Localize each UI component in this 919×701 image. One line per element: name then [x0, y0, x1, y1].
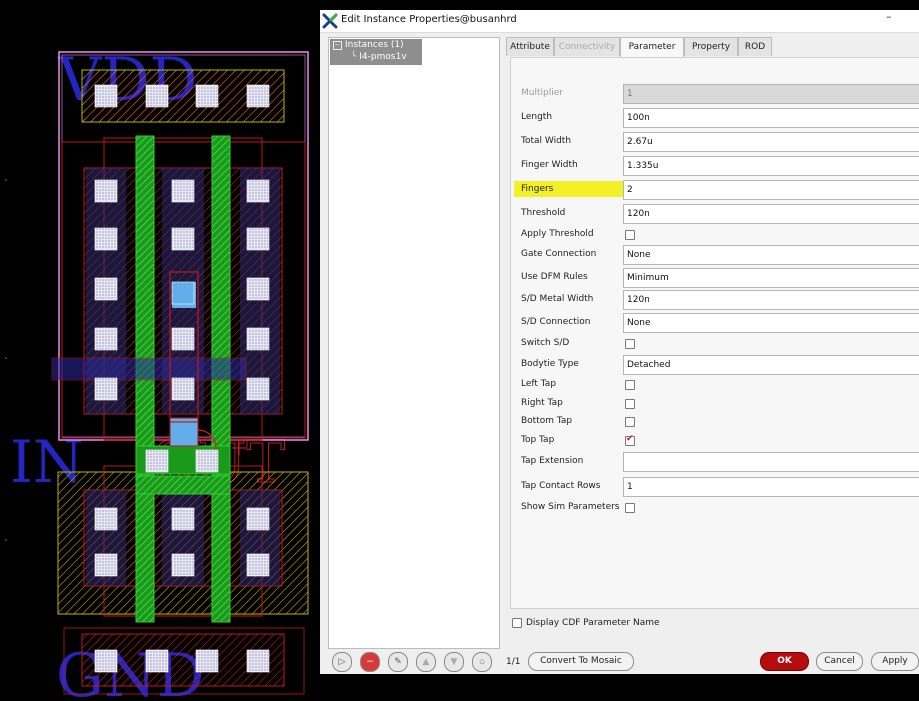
convert-to-mosaic-button[interactable]: Convert To Mosaic — [528, 652, 634, 671]
top-tap-checkbox[interactable] — [625, 434, 635, 446]
apply-button[interactable]: Apply — [871, 652, 919, 671]
switch-s-d-label: Switch S/D — [521, 338, 570, 348]
app-x-icon — [322, 13, 338, 29]
display-cdf-checkbox[interactable] — [512, 618, 522, 628]
tab-property[interactable]: Property — [684, 37, 738, 56]
home-icon[interactable]: ⌂ — [472, 652, 492, 672]
switch-s-d-checkbox[interactable] — [625, 339, 635, 349]
play-icon[interactable]: ▷ — [332, 652, 352, 672]
display-cdf-row[interactable]: Display CDF Parameter Name — [512, 618, 660, 629]
tree-collapse-icon[interactable]: − — [333, 41, 342, 50]
parameter-panel: Multiplier 1 Length 100n Total Width 2.67u Fin… — [510, 57, 919, 609]
down-arrow-icon[interactable]: ▼ — [444, 652, 464, 672]
use-dfm-rules-select[interactable]: Minimum — [623, 268, 919, 288]
bodytie-type-label: Bodytie Type — [521, 359, 579, 369]
use-dfm-rules-label: Use DFM Rules — [521, 272, 588, 282]
input-metal — [51, 357, 247, 381]
tap-extension-label: Tap Extension — [521, 456, 584, 466]
threshold-field[interactable]: 120n — [623, 204, 919, 224]
tab-attribute[interactable]: Attribute — [506, 37, 554, 56]
tab-parameter[interactable]: Parameter — [620, 37, 684, 57]
gate-connection-label: Gate Connection — [521, 249, 597, 259]
left-tap-label: Left Tap — [521, 379, 557, 389]
tree-root-item[interactable]: Instances (1) — [345, 40, 404, 50]
dialog-bottom-bar: ▷ − ✎ ▲ ▼ ⌂ 1/1 Convert To Mosaic OK Can… — [320, 648, 919, 674]
fingers-field[interactable]: 2 — [623, 180, 919, 200]
cancel-button[interactable]: Cancel — [816, 652, 863, 671]
bottom-tap-label: Bottom Tap — [521, 416, 573, 426]
instance-tree[interactable]: − Instances (1) └ I4-pmos1v — [328, 37, 500, 649]
show-sim-parameters-label: Show Sim Parameters — [521, 502, 620, 512]
length-label: Length — [521, 112, 553, 122]
finger-width-label: Finger Width — [521, 160, 578, 170]
display-cdf-label: Display CDF Parameter Name — [526, 618, 660, 628]
threshold-label: Threshold — [521, 208, 566, 218]
total-width-label: Total Width — [521, 136, 572, 146]
show-sim-parameters-checkbox[interactable] — [625, 503, 635, 513]
tap-contact-rows-field[interactable]: 1 — [623, 477, 919, 497]
dialog-title: Edit Instance Properties@busanhrd — [341, 14, 517, 25]
multiplier-field[interactable]: 1 — [623, 84, 919, 104]
s-d-metal-width-field[interactable]: 120n — [623, 290, 919, 310]
apply-threshold-checkbox[interactable] — [625, 230, 635, 240]
ok-button[interactable]: OK — [760, 652, 809, 671]
stop-icon[interactable]: − — [360, 652, 380, 672]
tap-extension-field[interactable] — [623, 452, 919, 472]
total-width-field[interactable]: 2.67u — [623, 132, 919, 152]
s-d-connection-select[interactable]: None — [623, 313, 919, 333]
up-arrow-icon[interactable]: ▲ — [416, 652, 436, 672]
tree-child-label: I4-pmos1v — [359, 52, 407, 62]
tap-contact-rows-label: Tap Contact Rows — [521, 481, 601, 491]
apply-threshold-label: Apply Threshold — [521, 229, 594, 239]
right-tap-checkbox[interactable] — [625, 399, 635, 409]
gate-connection-select[interactable]: None — [623, 245, 919, 265]
length-field[interactable]: 100n — [623, 108, 919, 128]
finger-width-field[interactable]: 1.335u — [623, 156, 919, 176]
tree-child-item[interactable]: └ I4-pmos1v — [351, 52, 407, 62]
minimize-button[interactable]: – — [886, 10, 892, 23]
edit-instance-properties-dialog: Edit Instance Properties@busanhrd – − In… — [320, 10, 919, 674]
tab-rod[interactable]: ROD — [738, 37, 772, 56]
top-tap-label: Top Tap — [521, 435, 555, 445]
s-d-connection-label: S/D Connection — [521, 317, 591, 327]
fingers-label: Fingers — [521, 184, 554, 194]
instance-pager: 1/1 — [506, 657, 521, 667]
tab-connectivity[interactable]: Connectivity — [554, 37, 620, 56]
edit-note-icon[interactable]: ✎ — [388, 652, 408, 672]
poly-connector — [135, 475, 231, 495]
left-tap-checkbox[interactable] — [625, 380, 635, 390]
multiplier-label: Multiplier — [521, 88, 563, 98]
dialog-titlebar[interactable]: Edit Instance Properties@busanhrd – — [320, 10, 919, 33]
s-d-metal-width-label: S/D Metal Width — [521, 294, 594, 304]
layout-canvas[interactable]: VDD GND IN OUT — [0, 0, 330, 701]
bottom-tap-checkbox[interactable] — [625, 417, 635, 427]
right-tap-label: Right Tap — [521, 398, 563, 408]
bodytie-type-select[interactable]: Detached — [623, 355, 919, 375]
